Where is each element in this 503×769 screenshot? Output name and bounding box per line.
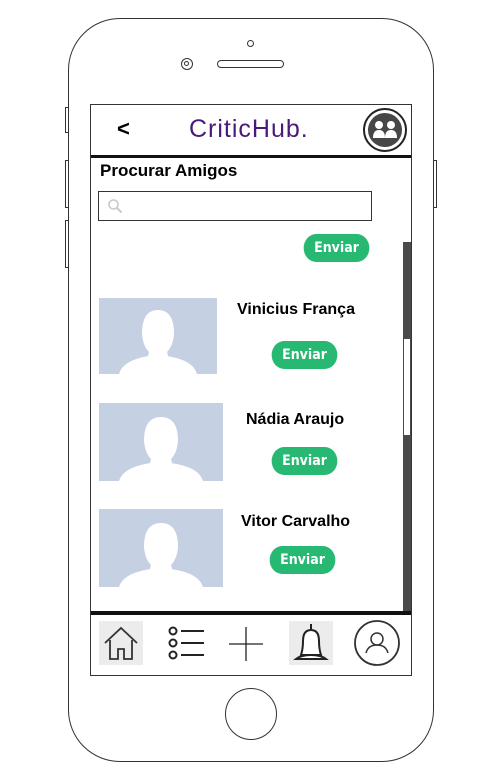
avatar-silhouette-icon bbox=[99, 403, 223, 481]
phone-home-button[interactable] bbox=[225, 688, 277, 740]
friends-button[interactable] bbox=[363, 108, 407, 152]
nav-add[interactable] bbox=[224, 621, 268, 665]
friend-avatar bbox=[99, 403, 223, 481]
plus-icon bbox=[229, 627, 263, 661]
app-screen: < CriticHub. Procurar Amigos Enviar Vini… bbox=[90, 104, 412, 676]
phone-silent-switch bbox=[65, 107, 69, 133]
scrollbar-thumb[interactable] bbox=[404, 339, 410, 435]
phone-sensor bbox=[247, 40, 254, 47]
people-icon bbox=[368, 113, 402, 147]
nav-profile[interactable] bbox=[353, 619, 401, 667]
search-icon bbox=[108, 199, 123, 214]
avatar-silhouette-icon bbox=[99, 298, 217, 374]
app-logo: CriticHub. bbox=[189, 115, 309, 143]
home-icon bbox=[104, 626, 138, 660]
phone-speaker bbox=[217, 60, 284, 68]
phone-camera bbox=[181, 58, 193, 70]
nav-list[interactable] bbox=[164, 621, 208, 665]
phone-volume-down bbox=[65, 220, 69, 268]
friend-name: Vitor Carvalho bbox=[241, 513, 351, 530]
friend-name: Nádia Araujo bbox=[246, 411, 345, 428]
friend-avatar bbox=[99, 509, 223, 587]
bottom-nav bbox=[91, 611, 411, 675]
friend-name: Vinicius França bbox=[237, 301, 355, 318]
list-icon bbox=[168, 626, 204, 660]
top-bar: < CriticHub. bbox=[91, 105, 411, 158]
bell-icon bbox=[293, 624, 329, 660]
send-button[interactable]: Enviar bbox=[269, 546, 336, 574]
back-button[interactable]: < bbox=[117, 116, 130, 142]
page-title: Procurar Amigos bbox=[100, 161, 238, 180]
friend-avatar bbox=[99, 298, 217, 374]
phone-volume-up bbox=[65, 160, 69, 208]
search-input[interactable] bbox=[98, 191, 372, 221]
send-button[interactable]: Enviar bbox=[271, 341, 338, 369]
phone-power-button bbox=[433, 160, 437, 208]
avatar-silhouette-icon bbox=[99, 509, 223, 587]
nav-home[interactable] bbox=[99, 621, 143, 665]
nav-notifications[interactable] bbox=[289, 621, 333, 665]
send-button[interactable]: Enviar bbox=[271, 447, 338, 475]
profile-icon bbox=[354, 620, 400, 666]
send-button-top[interactable]: Enviar bbox=[303, 234, 370, 262]
